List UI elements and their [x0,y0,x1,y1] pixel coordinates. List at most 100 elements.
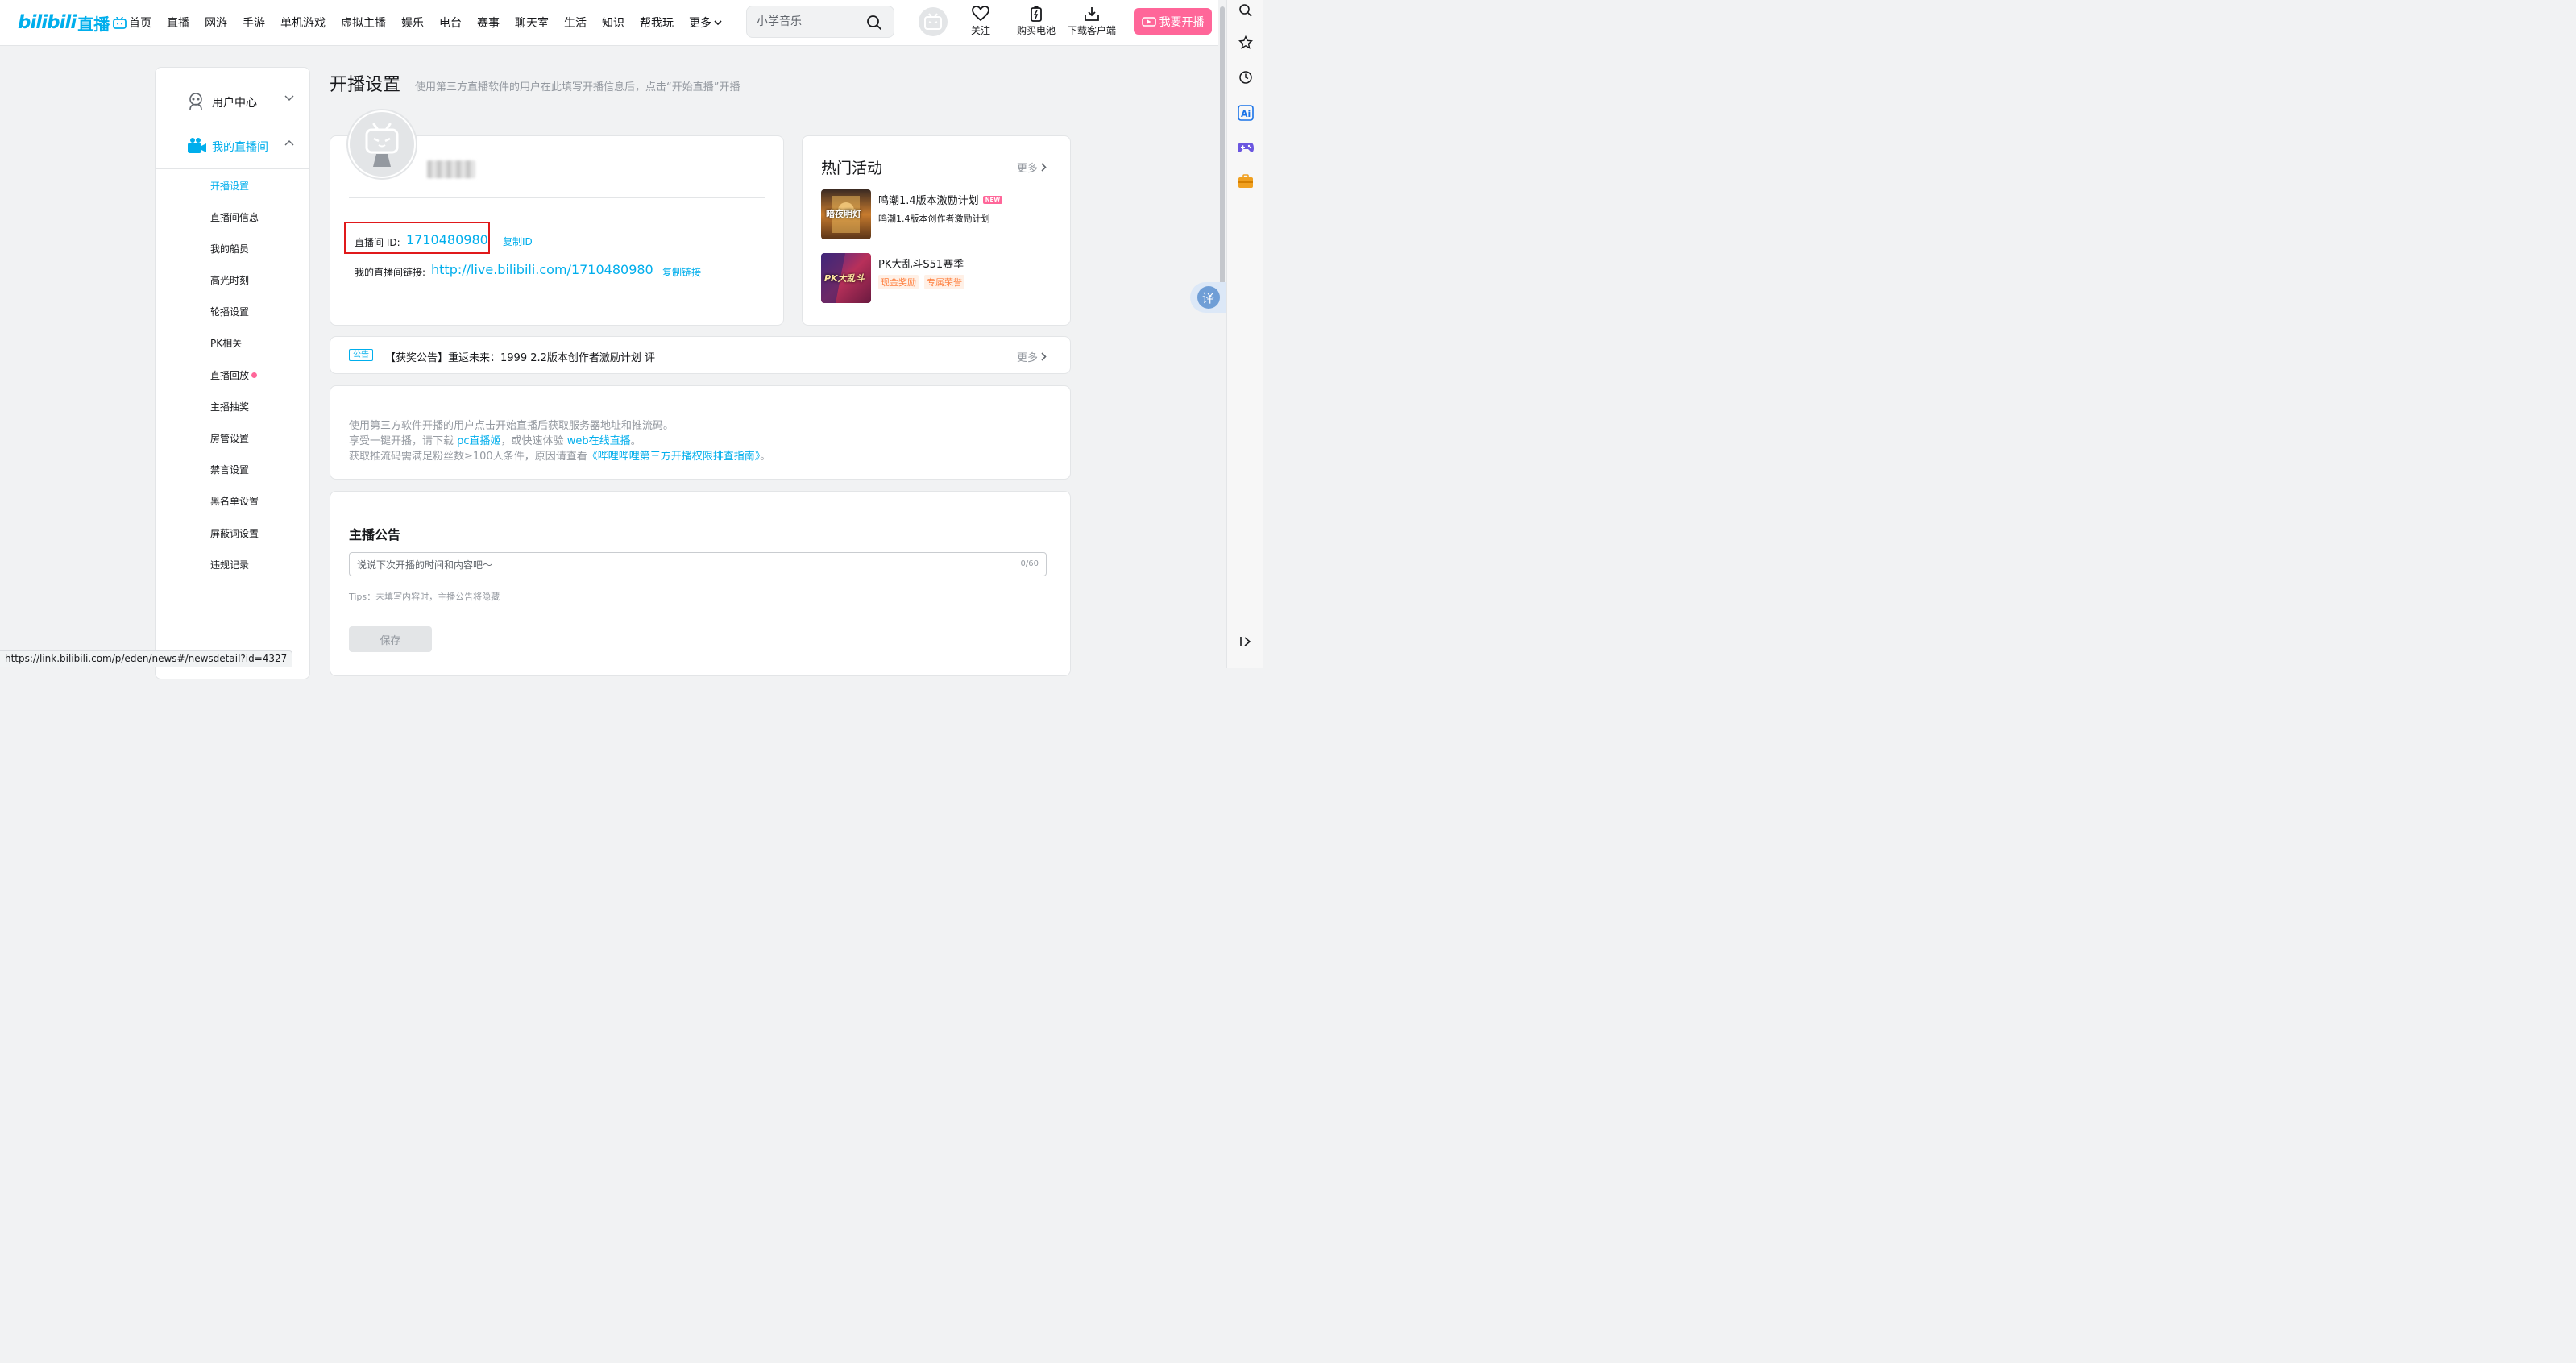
nav-item-help-me-play[interactable]: 帮我玩 [640,15,674,31]
link-hover-status-url: https://link.bilibili.com/p/eden/news#/n… [0,650,293,667]
info-text: 获取推流码需满足粉丝数≥100人条件，原因请查看 [349,451,587,463]
nav-item-knowledge[interactable]: 知识 [602,15,624,31]
sidebar-item-live-settings[interactable]: 开播设置 [210,179,249,193]
sidebar-item-blocked-words[interactable]: 屏蔽词设置 [210,526,259,540]
announcement-input[interactable] [357,558,985,572]
info-line: 使用第三方软件开播的用户点击开始直播后获取服务器地址和推流码。 [349,420,674,432]
announcement-input-box: 0/60 [349,552,1047,576]
notice-more-link[interactable]: 更多 [1017,349,1047,364]
page-subtitle: 使用第三方直播软件的用户在此填写开播信息后，点击“开始直播”开播 [415,81,740,93]
sidebar-item-room-info[interactable]: 直播间信息 [210,210,259,224]
nav-item-single-player-games[interactable]: 单机游戏 [280,15,326,31]
nav-item-more[interactable]: 更多 [689,15,722,31]
page-scrollbar[interactable] [1218,0,1226,668]
nav-item-radio[interactable]: 电台 [439,15,462,31]
room-id-label: 直播间 ID: [355,237,400,248]
chevron-down-icon [284,95,294,101]
event-tag-cash-reward: 现金奖励 [878,275,919,289]
start-live-label: 我要开播 [1159,15,1205,29]
announcement-tips: Tips：未填写内容时，主播公告将隐藏 [349,592,500,602]
nav-item-mobile-games[interactable]: 手游 [243,15,265,31]
collapse-sidebar-icon[interactable] [1237,633,1255,650]
sidebar-item-mute-settings[interactable]: 禁言设置 [210,463,249,476]
info-line: 享受一键开播，请下载 pc直播姬，或快速体验 web在线直播。 [349,432,641,447]
sidebar-item-blacklist[interactable]: 黑名单设置 [210,494,259,508]
nav-item-chatroom[interactable]: 聊天室 [515,15,549,31]
more-label: 更多 [1017,163,1039,175]
buy-battery-button[interactable]: 购买电池 [1017,6,1056,37]
event-thumbnail-wuthering-waves[interactable]: 暗夜明灯 [821,189,871,239]
event-title-wuthering-waves[interactable]: 鸣潮1.4版本激励计划 NEW [878,192,1003,207]
save-button[interactable]: 保存 [349,626,432,652]
download-client-button[interactable]: 下载客户端 [1068,6,1116,37]
sidebar-item-my-crew[interactable]: 我的船员 [210,242,249,256]
streamer-announcement-card [330,491,1071,676]
sidebar-group-user-center[interactable]: 用户中心 [156,85,309,118]
sidebar-item-violations[interactable]: 违规记录 [210,558,249,571]
sidebar-item-lottery[interactable]: 主播抽奖 [210,400,249,413]
nav-label: 首页 [129,17,151,30]
battery-icon [1031,6,1042,22]
search-box [746,6,894,38]
event-title-pk-brawl[interactable]: PK大乱斗S51赛季 [878,256,964,271]
scrollbar-thumb[interactable] [1220,6,1225,285]
logo-text-en: bilibili [18,12,77,33]
download-icon [1085,7,1099,21]
avatar-placeholder [350,112,414,177]
chevron-right-icon [1041,163,1047,172]
toolbox-icon[interactable] [1237,172,1255,190]
nav-item-live[interactable]: 直播 [167,15,189,31]
search-icon[interactable] [866,15,882,31]
sidebar-item-pk[interactable]: PK相关 [210,336,242,350]
translate-icon: 译 [1197,286,1220,309]
notice-headline[interactable]: 【获奖公告】重返未来：1999 2.2版本创作者激励计划 评 [385,349,655,364]
tv-mascot-icon [924,13,942,30]
start-live-button[interactable]: 我要开播 [1134,8,1212,35]
chevron-right-icon [1041,352,1047,361]
sidebar-item-label: 直播回放 [210,370,250,381]
nav-item-virtual-streamers[interactable]: 虚拟主播 [341,15,386,31]
copy-id-button[interactable]: 复制ID [503,235,533,248]
notice-tag: 公告 [349,349,373,361]
sidebar-item-live-replay[interactable]: 直播回放 [210,368,258,382]
announcement-title: 主播公告 [349,527,401,542]
pc-live-assistant-link[interactable]: pc直播姬 [457,435,500,447]
event-thumbnail-pk-brawl[interactable]: PK大乱斗 [821,253,871,303]
nav-item-entertainment[interactable]: 娱乐 [401,15,424,31]
event-tag-exclusive-honor: 专属荣誉 [924,275,964,289]
favorites-star-icon[interactable] [1237,34,1255,52]
user-avatar-icon [189,93,202,110]
sidebar-item-moderators[interactable]: 房管设置 [210,431,249,445]
translate-button[interactable]: 译 [1190,282,1226,313]
nav-label: 更多 [689,17,711,30]
nav-item-home[interactable]: 首页 [113,15,151,31]
event-thumb-text: 暗夜明灯 [826,209,861,219]
gamepad-icon[interactable] [1237,139,1255,156]
web-live-link[interactable]: web在线直播 [567,435,631,447]
user-avatar[interactable] [919,7,948,36]
edge-search-icon[interactable] [1237,2,1255,19]
streamer-avatar[interactable] [346,109,417,180]
ai-assistant-icon[interactable]: Ai [1237,104,1255,122]
copy-link-button[interactable]: 复制链接 [662,265,701,279]
search-input[interactable] [757,14,861,30]
sidebar-item-highlights[interactable]: 高光时刻 [210,273,249,287]
chevron-down-icon [714,19,722,25]
info-text: 。 [760,451,771,463]
room-link-url[interactable]: http://live.bilibili.com/1710480980 [431,262,653,277]
event-thumb-text: PK大乱斗 [824,273,865,284]
hot-events-title: 热门活动 [821,160,883,177]
nav-item-life[interactable]: 生活 [564,15,587,31]
info-text: 享受一键开播，请下载 [349,435,458,447]
room-link-label: 我的直播间链接: [355,267,426,278]
history-clock-icon[interactable] [1237,69,1255,86]
sidebar-item-carousel-settings[interactable]: 轮播设置 [210,305,249,318]
follow-button[interactable]: 关注 [971,6,990,37]
tv-icon [113,16,127,29]
nav-item-online-games[interactable]: 网游 [205,15,227,31]
permission-guide-link[interactable]: 《哔哩哔哩第三方开播权限排查指南》 [587,451,761,463]
events-more-link[interactable]: 更多 [1017,160,1047,175]
sidebar-group-my-room[interactable]: 我的直播间 [156,130,309,162]
bilibili-live-logo[interactable]: bilibili 直播 [18,10,110,35]
nav-item-esports[interactable]: 赛事 [477,15,500,31]
